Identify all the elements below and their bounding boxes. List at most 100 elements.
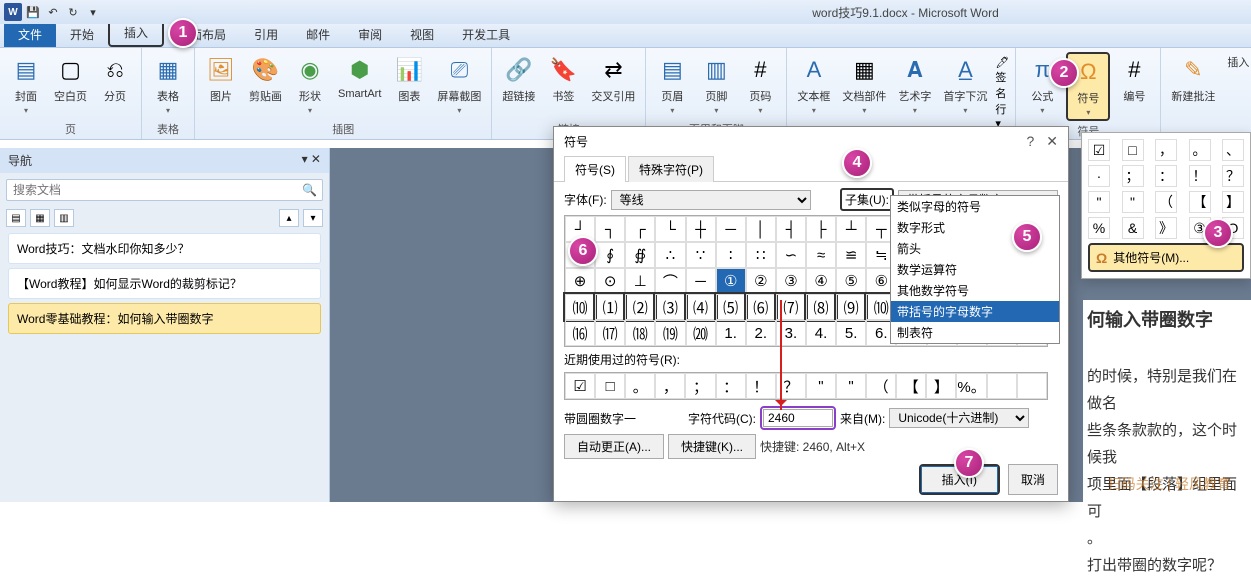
signature-button[interactable]: 🖊 签名行 ▾ — [995, 56, 1009, 130]
screenshot-button[interactable]: ⎚屏幕截图▾ — [433, 52, 485, 117]
symbol-cell[interactable]: ∵ — [686, 242, 716, 268]
recent-symbol[interactable]: ： — [716, 373, 746, 399]
recent-symbol[interactable]: 。 — [625, 373, 655, 399]
subset-opt-selected[interactable]: 带括号的字母数字 — [891, 301, 1059, 322]
char-code-input[interactable] — [763, 409, 833, 427]
search-icon[interactable]: 🔍 — [302, 183, 317, 197]
page-break-button[interactable]: ⎌分页 — [95, 52, 135, 117]
tab-view[interactable]: 视图 — [396, 22, 448, 47]
chart-button[interactable]: 📊图表 — [389, 52, 429, 117]
symbol-cell[interactable]: ∽ — [776, 242, 806, 268]
table-button[interactable]: ▦表格▾ — [148, 52, 188, 117]
nav-view-headings[interactable]: ▤ — [6, 209, 26, 227]
symbol-cell[interactable]: ─ — [686, 268, 716, 294]
symbol-cell[interactable]: ⑹ — [746, 294, 776, 320]
shortcut-key-button[interactable]: 快捷键(K)... — [668, 434, 756, 459]
symbol-cell[interactable]: ┤ — [776, 216, 806, 242]
redo-button[interactable]: ↻ — [64, 3, 82, 21]
symbol-cell[interactable]: ⑸ — [716, 294, 746, 320]
symbol-cell[interactable]: ⑼ — [836, 294, 866, 320]
subset-dropdown[interactable]: 类似字母的符号 数字形式 箭头 数学运算符 其他数学符号 带括号的字母数字 制表… — [890, 195, 1060, 344]
quick-symbol[interactable]: 、 — [1222, 139, 1244, 161]
recent-symbols[interactable]: ☑□。，；：！？""（【】%。 — [564, 372, 1048, 400]
recent-symbol[interactable]: （ — [866, 373, 896, 399]
quick-symbol[interactable]: ： — [1155, 165, 1177, 187]
quick-symbol[interactable]: □ — [1122, 139, 1144, 161]
quick-symbol[interactable]: （ — [1155, 191, 1177, 213]
recent-symbol[interactable]: 【 — [896, 373, 926, 399]
symbol-cell[interactable]: ∶ — [716, 242, 746, 268]
symbol-cell[interactable]: ⊥ — [625, 268, 655, 294]
nav-view-pages[interactable]: ▦ — [30, 209, 50, 227]
undo-button[interactable]: ↶ — [44, 3, 62, 21]
symbol-cell[interactable]: ⒃ — [565, 320, 595, 346]
quick-symbol[interactable]: 【 — [1189, 191, 1211, 213]
symbol-cell[interactable]: ∴ — [655, 242, 685, 268]
footer-button[interactable]: ▥页脚▾ — [696, 52, 736, 117]
symbol-cell[interactable]: 5. — [836, 320, 866, 346]
recent-symbol[interactable]: ☑ — [565, 373, 595, 399]
nav-search-input[interactable] — [6, 179, 323, 201]
recent-symbol[interactable]: ！ — [746, 373, 776, 399]
recent-symbol[interactable]: ， — [655, 373, 685, 399]
dialog-help-icon[interactable]: ? — [1026, 133, 1034, 150]
tab-home[interactable]: 开始 — [56, 22, 108, 47]
nav-item-1[interactable]: 【Word教程】如何显示Word的裁剪标记？ — [8, 268, 321, 299]
quick-symbol[interactable]: ☑ — [1088, 139, 1110, 161]
nav-item-2[interactable]: Word零基础教程：如何输入带圈数字 — [8, 303, 321, 334]
symbol-cell[interactable]: ⒇ — [686, 320, 716, 346]
tab-mailings[interactable]: 邮件 — [292, 22, 344, 47]
tab-symbols[interactable]: 符号(S) — [564, 156, 626, 182]
from-select[interactable]: Unicode(十六进制) — [889, 408, 1029, 428]
tab-review[interactable]: 审阅 — [344, 22, 396, 47]
insert-menu[interactable]: 插入 — [1223, 52, 1251, 106]
symbol-cell[interactable]: ├ — [806, 216, 836, 242]
pagenum-button[interactable]: #页码▾ — [740, 52, 780, 117]
tab-special[interactable]: 特殊字符(P) — [628, 156, 714, 182]
nav-prev[interactable]: ▴ — [279, 209, 299, 227]
symbol-cell[interactable]: ⑻ — [806, 294, 836, 320]
subset-opt[interactable]: 制表符 — [891, 322, 1059, 343]
symbol-cell[interactable]: ③ — [776, 268, 806, 294]
dialog-close-icon[interactable]: ✕ — [1046, 133, 1058, 150]
quick-symbol[interactable]: ； — [1122, 165, 1144, 187]
subset-opt[interactable]: 类似字母的符号 — [891, 196, 1059, 217]
nav-view-results[interactable]: ▥ — [54, 209, 74, 227]
symbol-cell[interactable]: ┌ — [625, 216, 655, 242]
symbol-cell[interactable]: ┴ — [836, 216, 866, 242]
symbol-cell[interactable]: ≈ — [806, 242, 836, 268]
tab-references[interactable]: 引用 — [240, 22, 292, 47]
quick-symbol[interactable]: % — [1088, 217, 1110, 239]
quick-symbol[interactable]: 。 — [1189, 139, 1211, 161]
recent-symbol[interactable]: 】 — [926, 373, 956, 399]
recent-symbol[interactable]: " — [836, 373, 866, 399]
symbol-cell[interactable]: ─ — [716, 216, 746, 242]
blank-page-button[interactable]: ▢空白页 — [50, 52, 91, 117]
new-comment-button[interactable]: ✎新建批注 — [1167, 52, 1219, 106]
header-button[interactable]: ▤页眉▾ — [652, 52, 692, 117]
nav-next[interactable]: ▾ — [303, 209, 323, 227]
recent-symbol[interactable]: %。 — [956, 373, 986, 399]
symbol-cell[interactable]: 4. — [806, 320, 836, 346]
symbol-cell[interactable]: ≌ — [836, 242, 866, 268]
symbol-cell[interactable]: ⑶ — [655, 294, 685, 320]
symbol-cell[interactable]: ∯ — [625, 242, 655, 268]
symbol-cell[interactable]: ∷ — [746, 242, 776, 268]
symbol-cell[interactable]: ② — [746, 268, 776, 294]
qat-dropdown[interactable]: ▾ — [84, 3, 102, 21]
symbol-cell[interactable]: ┼ — [686, 216, 716, 242]
quick-symbol[interactable]: ？ — [1222, 165, 1244, 187]
hyperlink-button[interactable]: 🔗超链接 — [498, 52, 539, 106]
symbol-cell[interactable]: ⑷ — [686, 294, 716, 320]
subset-opt[interactable]: 数学运算符 — [891, 259, 1059, 280]
symbol-cell[interactable]: ① — [716, 268, 746, 294]
symbol-cell[interactable]: ┐ — [595, 216, 625, 242]
symbol-cell[interactable]: ④ — [806, 268, 836, 294]
tab-developer[interactable]: 开发工具 — [448, 22, 524, 47]
quick-symbol[interactable]: " — [1122, 191, 1144, 213]
save-button[interactable]: 💾 — [24, 3, 42, 21]
clipart-button[interactable]: 🎨剪贴画 — [245, 52, 286, 117]
autocorrect-button[interactable]: 自动更正(A)... — [564, 434, 664, 459]
symbol-cell[interactable]: ⌒ — [655, 268, 685, 294]
symbol-cell[interactable]: ∮ — [595, 242, 625, 268]
